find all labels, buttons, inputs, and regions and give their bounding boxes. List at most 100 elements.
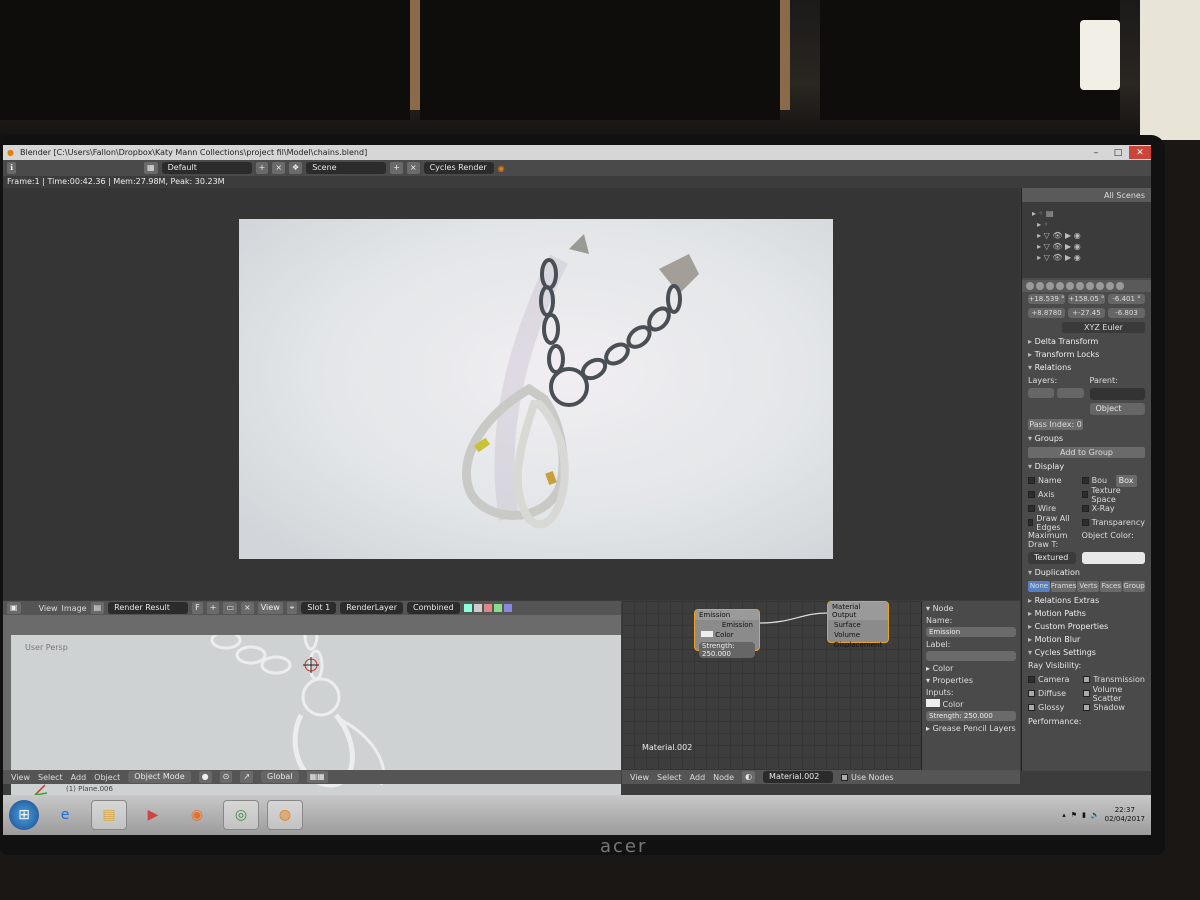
- section-motion-blur[interactable]: Motion Blur: [1022, 633, 1151, 646]
- node-label-field[interactable]: [926, 651, 1016, 661]
- emission-node[interactable]: Emission Emission Color Strength: 250.00…: [694, 609, 760, 658]
- color-section-header[interactable]: ▸ Color: [926, 663, 1016, 675]
- constraints-tab-icon[interactable]: [1066, 282, 1074, 290]
- shadow-ray-checkbox[interactable]: Shadow: [1083, 702, 1145, 713]
- outliner-display-mode[interactable]: All Scenes: [1104, 191, 1145, 200]
- add-layout-button[interactable]: +: [255, 162, 269, 174]
- mode-select[interactable]: Object Mode: [128, 771, 191, 783]
- chrome-icon[interactable]: ◎: [223, 800, 259, 830]
- section-delta-transform[interactable]: Delta Transform: [1022, 335, 1151, 348]
- outliner-row[interactable]: ▸ ▽ 👁 ▶ ◉: [1032, 241, 1141, 252]
- volume-socket[interactable]: Volume: [828, 630, 888, 640]
- transmission-ray-checkbox[interactable]: Transmission: [1083, 674, 1145, 685]
- menu-add[interactable]: Add: [71, 773, 87, 782]
- display-bounds-checkbox[interactable]: Bou Box: [1081, 474, 1145, 487]
- image-name-field[interactable]: Render Result: [108, 602, 189, 614]
- displacement-socket[interactable]: Displacement: [828, 640, 888, 650]
- render-layer-select[interactable]: RenderLayer: [340, 602, 404, 614]
- new-image-button[interactable]: +: [206, 602, 220, 614]
- volume-scatter-ray-checkbox[interactable]: Volume Scatter: [1083, 685, 1145, 703]
- transform-orientation-select[interactable]: Global: [261, 771, 299, 783]
- emission-output-socket[interactable]: Emission: [695, 620, 759, 630]
- shading-select-icon[interactable]: ●: [198, 771, 212, 783]
- particles-tab-icon[interactable]: [1116, 282, 1124, 290]
- layers-icon[interactable]: ▦▦: [306, 771, 328, 783]
- display-xray-checkbox[interactable]: X-Ray: [1081, 503, 1145, 514]
- minimize-button[interactable]: –: [1085, 146, 1107, 159]
- use-nodes-checkbox[interactable]: Use Nodes: [841, 772, 894, 783]
- firefox-icon[interactable]: ◉: [179, 800, 215, 830]
- close-button[interactable]: ✕: [1129, 146, 1151, 159]
- media-player-icon[interactable]: ▶: [135, 800, 171, 830]
- outliner-row[interactable]: ▸ ◦: [1032, 219, 1141, 230]
- flag-icon[interactable]: ⚑: [1071, 811, 1077, 819]
- dup-verts-tab[interactable]: Verts: [1077, 581, 1100, 592]
- section-groups[interactable]: Groups: [1022, 432, 1151, 445]
- object-tab-icon[interactable]: [1056, 282, 1064, 290]
- texture-tab-icon[interactable]: [1106, 282, 1114, 290]
- render-pass-select[interactable]: Combined: [407, 602, 460, 614]
- rotation-field[interactable]: +158.05 °: [1068, 294, 1105, 304]
- blender-taskbar-icon[interactable]: ◍: [267, 800, 303, 830]
- shader-type-icon[interactable]: ◐: [742, 771, 756, 783]
- view-select[interactable]: View: [257, 602, 283, 614]
- menu-node[interactable]: Node: [713, 773, 734, 782]
- display-texture-space-checkbox[interactable]: Texture Space: [1081, 486, 1145, 504]
- menu-view[interactable]: View: [11, 773, 30, 782]
- pass-index-field[interactable]: Pass Index: 0: [1028, 419, 1083, 430]
- outliner-row[interactable]: ▸ ▽ 👁 ▶ ◉: [1032, 230, 1141, 241]
- outliner-tree[interactable]: ▸ ◦ ▤ ▸ ◦ ▸ ▽ 👁 ▶ ◉ ▸ ▽ 👁 ▶ ◉ ▸ ▽ 👁 ▶ ◉: [1022, 202, 1151, 269]
- emission-color-input[interactable]: Color: [695, 630, 759, 640]
- section-motion-paths[interactable]: Motion Paths: [1022, 607, 1151, 620]
- remove-scene-button[interactable]: ×: [406, 162, 420, 174]
- file-explorer-icon[interactable]: ▤: [91, 800, 127, 830]
- material-output-node[interactable]: Material Output Surface Volume Displacem…: [827, 601, 889, 649]
- rotation-field[interactable]: -6.401 °: [1108, 294, 1145, 304]
- rotation-field[interactable]: +8.8780: [1028, 308, 1065, 318]
- parent-type-select[interactable]: Object: [1089, 403, 1145, 415]
- color-input-row[interactable]: Color: [926, 699, 1016, 711]
- display-name-checkbox[interactable]: Name: [1028, 475, 1076, 486]
- menu-image[interactable]: Image: [62, 604, 87, 613]
- manipulator-icon[interactable]: ↗: [240, 771, 254, 783]
- render-tab-icon[interactable]: [1026, 282, 1034, 290]
- outliner-row[interactable]: ▸ ▽ 👁 ▶ ◉: [1032, 252, 1141, 263]
- grease-pencil-section[interactable]: ▸ Grease Pencil Layers: [926, 723, 1016, 735]
- dup-faces-tab[interactable]: Faces: [1100, 581, 1123, 592]
- slot-select[interactable]: Slot 1: [301, 602, 337, 614]
- add-to-group-button[interactable]: Add to Group: [1028, 447, 1145, 458]
- outliner-row[interactable]: ▸ ◦ ▤: [1032, 208, 1141, 219]
- node-editor[interactable]: Emission Emission Color Strength: 250.00…: [622, 601, 920, 771]
- display-transparency-checkbox[interactable]: Transparency: [1081, 517, 1145, 528]
- maximize-button[interactable]: □: [1107, 146, 1129, 159]
- internet-explorer-icon[interactable]: e: [47, 800, 83, 830]
- max-draw-select[interactable]: Textured: [1028, 552, 1076, 564]
- dup-none-tab[interactable]: None: [1028, 581, 1050, 592]
- diffuse-ray-checkbox[interactable]: Diffuse: [1028, 688, 1077, 699]
- world-tab-icon[interactable]: [1046, 282, 1054, 290]
- tray-arrow-icon[interactable]: ▴: [1062, 811, 1066, 819]
- material-field[interactable]: Material.002: [763, 771, 834, 783]
- surface-socket[interactable]: Surface: [828, 620, 888, 630]
- emission-strength-field[interactable]: Strength: 250.000: [699, 642, 755, 658]
- remove-layout-button[interactable]: ×: [272, 162, 286, 174]
- menu-view[interactable]: View: [39, 604, 58, 613]
- rotation-mode-select[interactable]: XYZ Euler: [1062, 322, 1145, 333]
- dup-group-tab[interactable]: Group: [1123, 581, 1146, 592]
- section-cycles-settings[interactable]: Cycles Settings: [1022, 646, 1151, 659]
- screen-layout-field[interactable]: Default: [161, 162, 252, 174]
- menu-select[interactable]: Select: [38, 773, 63, 782]
- scene-icon[interactable]: ❖: [289, 162, 303, 174]
- section-custom-properties[interactable]: Custom Properties: [1022, 620, 1151, 633]
- node-section-header[interactable]: ▾ Node: [926, 603, 1016, 615]
- menu-view[interactable]: View: [630, 773, 649, 782]
- strength-field[interactable]: Strength: 250.000: [926, 711, 1016, 721]
- pivot-icon[interactable]: ⊙: [219, 771, 233, 783]
- image-browse-icon[interactable]: ▤: [90, 602, 105, 614]
- data-tab-icon[interactable]: [1086, 282, 1094, 290]
- menu-select[interactable]: Select: [657, 773, 682, 782]
- open-image-button[interactable]: ▭: [223, 602, 238, 614]
- scene-field[interactable]: Scene: [306, 162, 387, 174]
- menu-object[interactable]: Object: [94, 773, 120, 782]
- layer-buttons[interactable]: [1028, 388, 1084, 400]
